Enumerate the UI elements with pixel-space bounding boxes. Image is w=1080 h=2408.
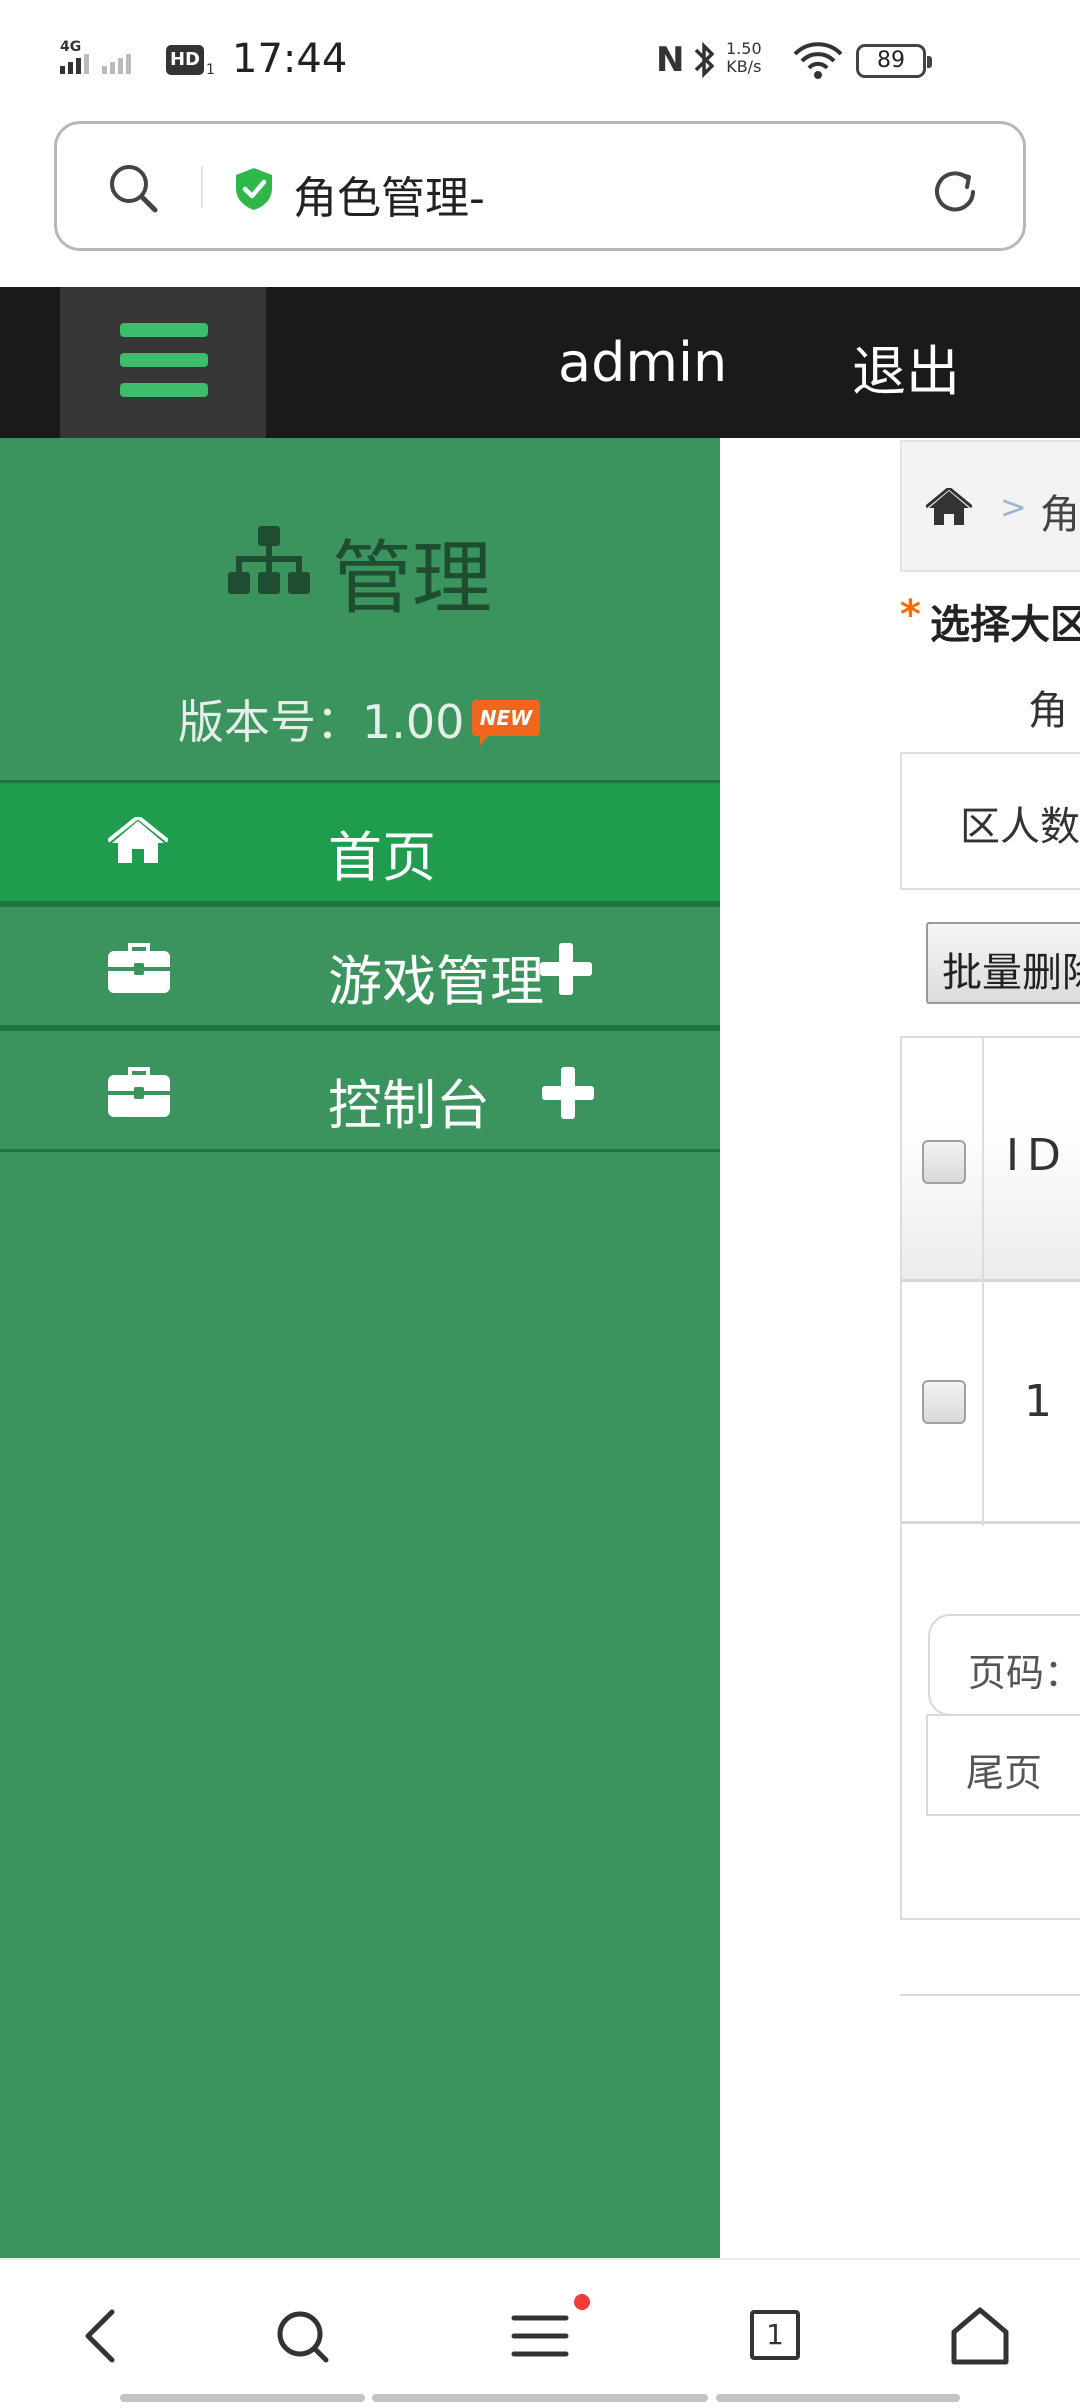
page-number-field[interactable]: 页码： <box>928 1614 1080 1716</box>
hd-sim-index: 1 <box>206 62 215 78</box>
notification-dot <box>574 2294 590 2310</box>
sidebar-item-home[interactable]: 首页 <box>0 780 720 904</box>
secure-shield-icon <box>233 166 275 216</box>
breadcrumb: > 角 <box>900 440 1080 572</box>
column-header-id: ID <box>1006 1130 1069 1181</box>
content-divider <box>900 1994 1080 1996</box>
sitemap-icon <box>228 524 310 600</box>
row-checkbox[interactable] <box>922 1380 966 1424</box>
role-label: 角 <box>1028 688 1068 734</box>
hamburger-bar <box>120 383 208 397</box>
address-divider <box>201 166 203 208</box>
svg-text:4G: 4G <box>60 39 81 55</box>
batch-delete-button[interactable]: 批量删除 <box>926 922 1080 1004</box>
role-table: ID 1 <box>900 1036 1080 1526</box>
signal-icon: 4G <box>58 38 158 82</box>
column-divider <box>982 1038 984 1526</box>
nfc-icon: N <box>656 40 685 80</box>
sidebar-item-label: 控制台 <box>328 1074 490 1137</box>
zone-count-panel: 区人数 <box>900 752 1080 890</box>
bluetooth-icon <box>690 40 720 84</box>
reload-icon[interactable] <box>927 164 983 224</box>
required-mark: * <box>900 592 921 638</box>
browser-toolbar: 1 <box>0 2258 1080 2408</box>
network-speed: 1.50 KB/s <box>726 39 762 76</box>
clock: 17:44 <box>232 36 348 82</box>
expand-plus-icon[interactable] <box>542 1067 594 1123</box>
briefcase-icon <box>108 941 170 999</box>
page-number-label: 页码： <box>968 1651 1080 1695</box>
hamburger-bar <box>120 353 208 367</box>
sidebar: 管理 版本号：1.00 NEW 首页 游戏管理 控制台 <box>0 438 720 2258</box>
batch-delete-label: 批量删除 <box>942 950 1080 996</box>
gesture-bar <box>716 2394 960 2402</box>
last-page-button[interactable]: 尾页 <box>926 1714 1080 1816</box>
logout-link[interactable]: 退出 <box>852 327 960 406</box>
battery-icon: 89 <box>856 44 932 78</box>
new-badge: NEW <box>472 700 540 746</box>
last-page-label: 尾页 <box>966 1751 1043 1795</box>
pagination: 页码： 尾页 <box>900 1524 1080 1920</box>
hd-voice-icon: HD <box>166 45 204 75</box>
gesture-bar <box>372 2394 708 2402</box>
version-label: 版本号：1.00 <box>178 695 465 749</box>
wifi-icon <box>792 40 844 84</box>
sidebar-item-game-management[interactable]: 游戏管理 <box>0 904 720 1028</box>
search-icon[interactable] <box>107 162 161 220</box>
hamburger-bar <box>120 323 208 337</box>
breadcrumb-current: 角 <box>1040 492 1080 538</box>
home-icon[interactable] <box>948 2304 1012 2368</box>
hamburger-menu-button[interactable] <box>60 287 266 438</box>
menu-icon[interactable] <box>508 2304 572 2368</box>
zone-count-label: 区人数 <box>960 804 1080 850</box>
breadcrumb-separator: > <box>1000 488 1027 526</box>
sidebar-item-label: 游戏管理 <box>328 950 544 1013</box>
table-row <box>902 1282 1080 1524</box>
home-icon[interactable] <box>925 486 973 532</box>
page-title[interactable]: 角色管理- <box>293 162 485 226</box>
sidebar-brand-title: 管理 <box>332 532 492 625</box>
user-name-link[interactable]: admin <box>558 331 727 394</box>
select-zone-label: 选择大区 <box>930 602 1080 648</box>
gesture-bar <box>120 2394 365 2402</box>
sidebar-item-label: 首页 <box>328 826 436 889</box>
sidebar-item-console[interactable]: 控制台 <box>0 1028 720 1152</box>
status-bar: 4G HD 1 17:44 N 1.50 KB/s 89 <box>0 0 1080 118</box>
search-icon[interactable] <box>270 2304 334 2368</box>
tabs-button[interactable]: 1 <box>750 2310 800 2360</box>
briefcase-icon <box>108 1065 170 1123</box>
table-cell-id: 1 <box>1024 1376 1052 1427</box>
top-nav: admin 退出 <box>0 287 1080 438</box>
table-header-row: ID <box>902 1038 1080 1282</box>
address-bar[interactable]: 角色管理- <box>54 121 1026 251</box>
home-icon <box>106 814 170 871</box>
select-all-checkbox[interactable] <box>922 1140 966 1184</box>
back-icon[interactable] <box>72 2304 136 2368</box>
expand-plus-icon[interactable] <box>540 943 592 999</box>
